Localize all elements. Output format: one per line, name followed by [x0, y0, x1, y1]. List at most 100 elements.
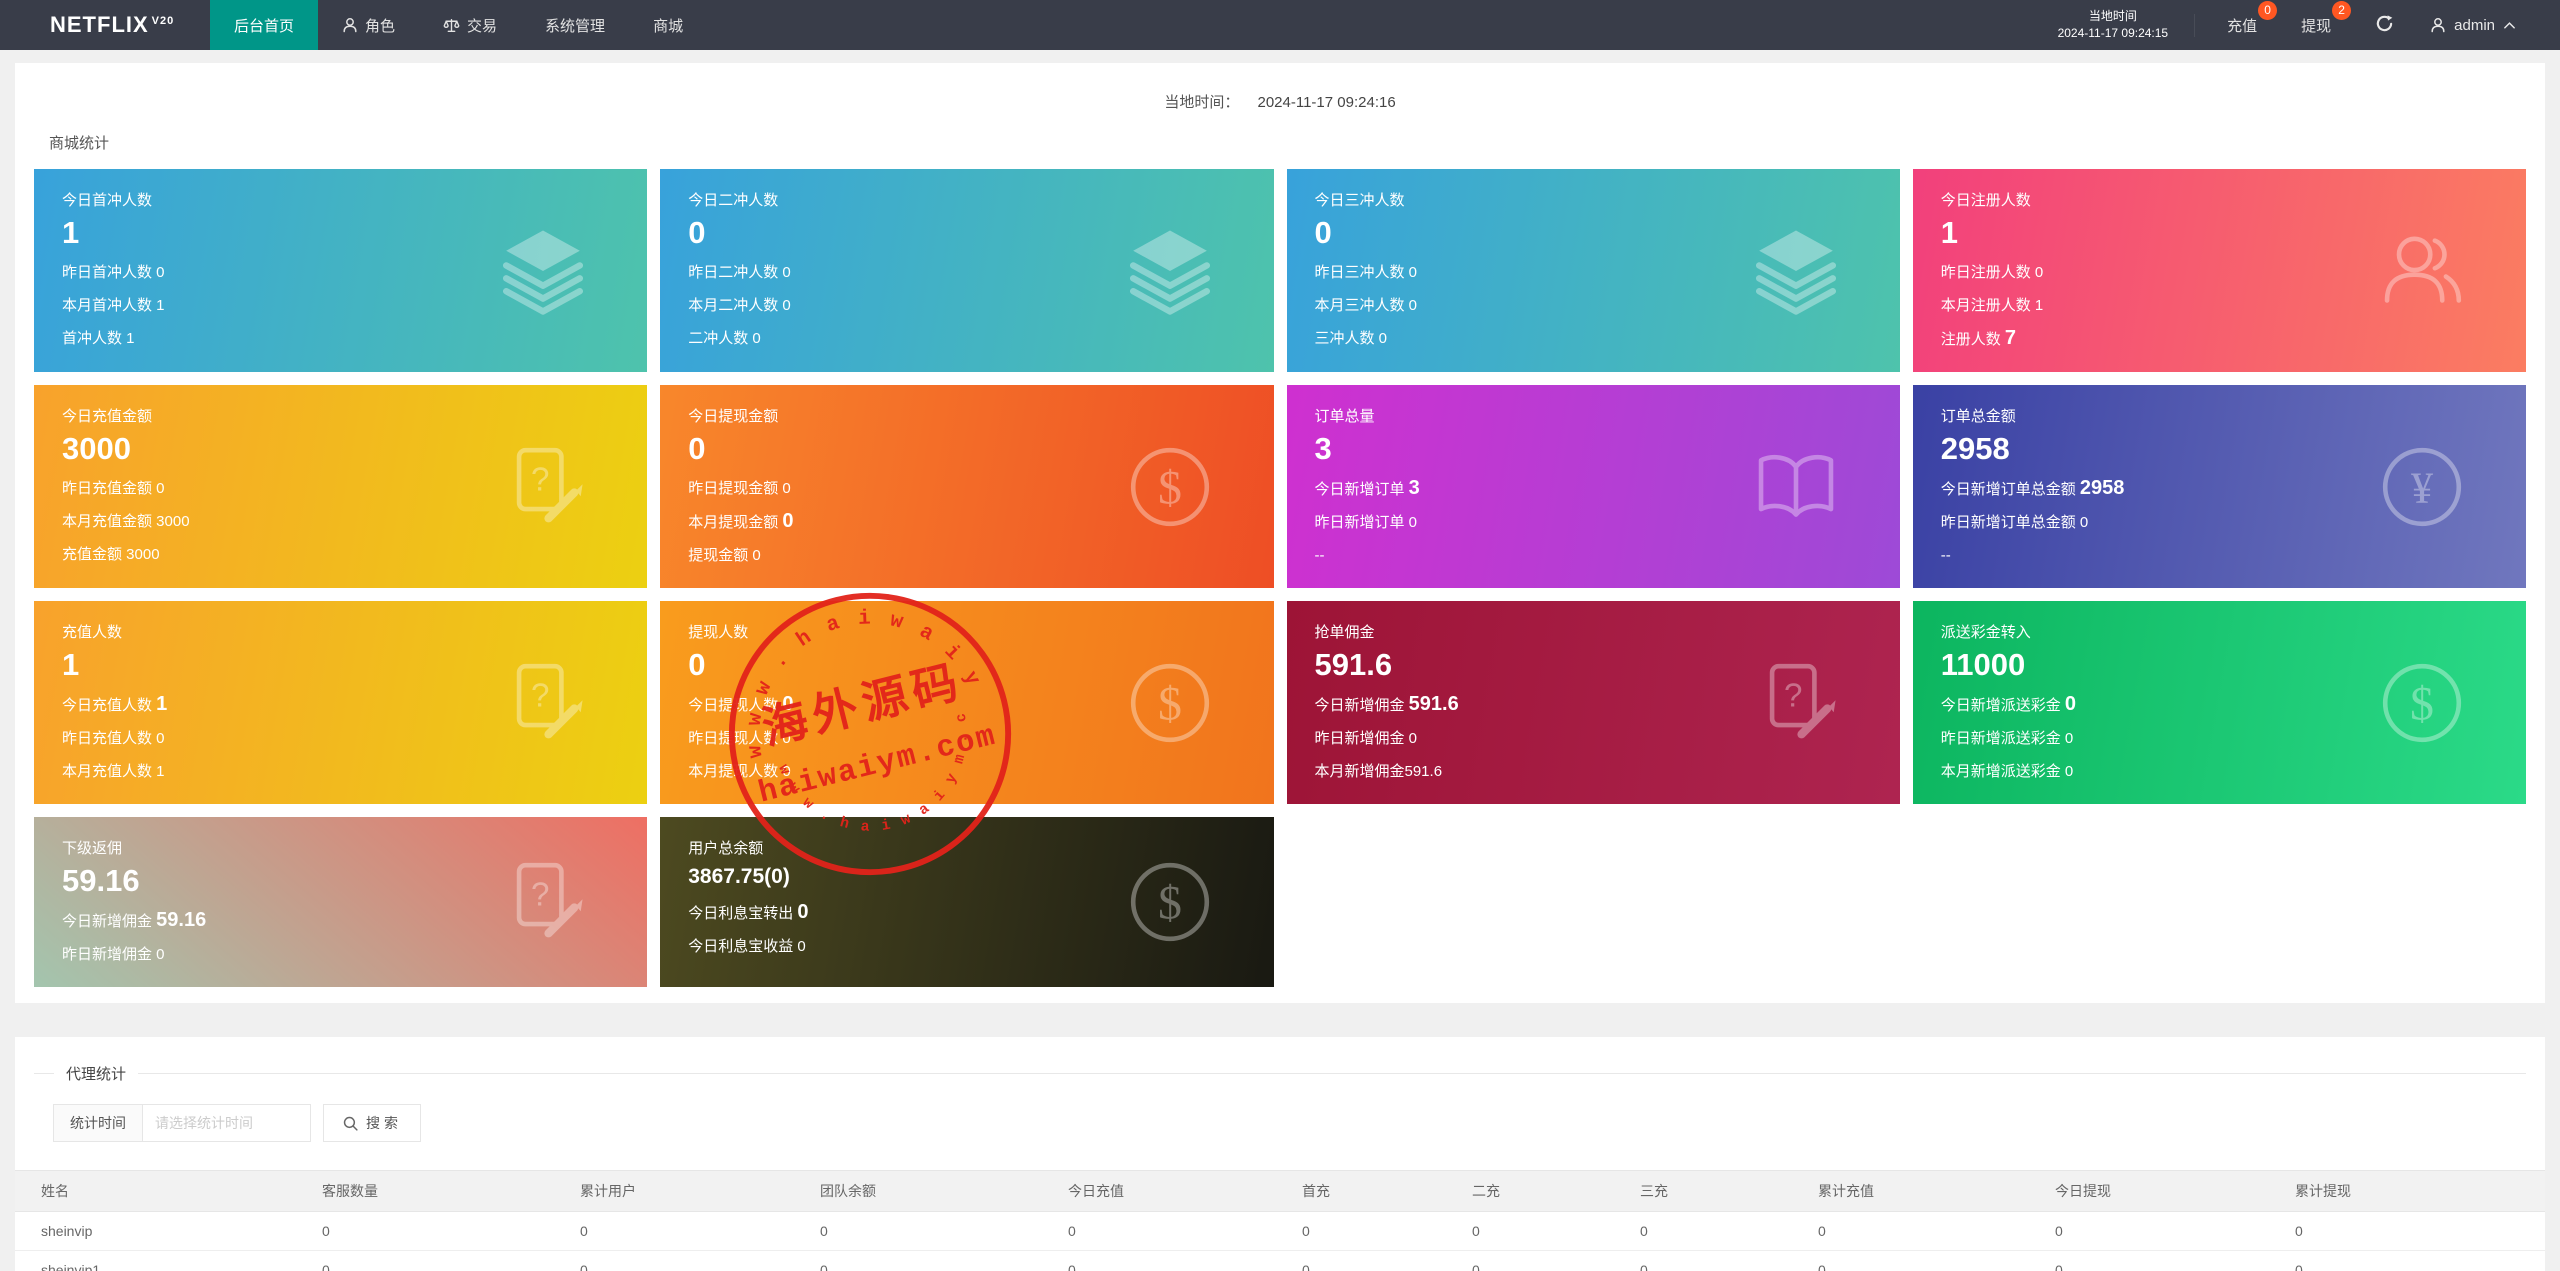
card-stat-line: 首冲人数 1	[62, 322, 619, 355]
card-first-recharge-today: 今日首冲人数 1 昨日首冲人数 0本月首冲人数 1首冲人数 1	[34, 169, 647, 372]
search-button-label: 搜索	[366, 1113, 402, 1133]
column-header: 累计提现	[2269, 1171, 2545, 1212]
table-cell: 0	[2029, 1251, 2269, 1271]
column-header: 累计用户	[554, 1171, 794, 1212]
navbar-actions: 充值 0 提现 2 admin	[2194, 14, 2530, 37]
card-title: 订单总金额	[1941, 405, 2498, 426]
menu-item-trade[interactable]: 交易	[419, 0, 521, 50]
card-user-total-balance: 用户总余额 3867.75(0) 今日利息宝转出 0今日利息宝收益 0	[660, 817, 1273, 987]
card-third-recharge-today: 今日三冲人数 0 昨日三冲人数 0本月三冲人数 0三冲人数 0	[1287, 169, 1900, 372]
user-icon	[342, 17, 358, 33]
card-stat-line: 提现金额 0	[688, 539, 1245, 572]
refresh-button[interactable]	[2353, 14, 2416, 37]
agent-fieldset: 代理统计	[34, 1073, 2526, 1074]
layers-icon	[1750, 225, 1842, 317]
mall-stats-panel: 当地时间： 2024-11-17 09:24:16 商城统计 今日首冲人数 1 …	[15, 63, 2545, 1003]
withdraw-badge: 2	[2332, 1, 2351, 20]
main-menu: 后台首页 角色 交易	[210, 0, 707, 50]
menu-item-roles[interactable]: 角色	[318, 0, 419, 50]
recharge-button[interactable]: 充值 0	[2205, 15, 2279, 36]
table-cell: 0	[554, 1212, 794, 1251]
yen-circle-icon	[2376, 441, 2468, 533]
table-cell: sheinvip	[15, 1212, 296, 1251]
user-menu[interactable]: admin	[2416, 17, 2530, 34]
table-cell: 0	[1792, 1251, 2029, 1271]
table-cell: 0	[794, 1212, 1042, 1251]
navbar-right: 当地时间 2024-11-17 09:24:15 充值 0 提现 2	[2032, 0, 2560, 50]
card-title: 今日注册人数	[1941, 189, 2498, 210]
username: admin	[2454, 17, 2495, 34]
table-cell: 0	[1042, 1212, 1276, 1251]
app-logo: NETFLIXV20	[0, 0, 210, 50]
layers-icon	[497, 225, 589, 317]
refresh-icon	[2375, 14, 2394, 33]
card-order-commission: 抢单佣金 591.6 今日新增佣金 591.6昨日新增佣金 0本月新增佣金591…	[1287, 601, 1900, 804]
card-title: 充值人数	[62, 621, 619, 642]
table-cell: 0	[2029, 1212, 2269, 1251]
menu-item-label: 后台首页	[234, 15, 294, 36]
table-cell: 0	[1276, 1212, 1446, 1251]
local-time-label: 当地时间	[2058, 8, 2169, 25]
card-title: 抢单佣金	[1315, 621, 1872, 642]
menu-item-label: 商城	[653, 15, 683, 36]
column-header: 今日提现	[2029, 1171, 2269, 1212]
card-title: 今日三冲人数	[1315, 189, 1872, 210]
chevron-up-icon	[2503, 20, 2516, 30]
logo-version: V20	[152, 15, 175, 27]
table-cell: 0	[1446, 1251, 1614, 1271]
card-stat-line: --	[1941, 539, 2498, 572]
withdraw-button[interactable]: 提现 2	[2279, 15, 2353, 36]
card-withdraw-users: 提现人数 0 今日提现人数 0昨日提现人数 0本月提现人数 0	[660, 601, 1273, 804]
menu-item-home[interactable]: 后台首页	[210, 0, 318, 50]
dollar-circle-icon	[1124, 657, 1216, 749]
table-cell: 0	[1042, 1251, 1276, 1271]
column-header: 团队余额	[794, 1171, 1042, 1212]
card-title: 订单总量	[1315, 405, 1872, 426]
card-order-total: 订单总量 3 今日新增订单 3昨日新增订单 0--	[1287, 385, 1900, 588]
column-header: 姓名	[15, 1171, 296, 1212]
stat-time-input[interactable]	[143, 1104, 311, 1142]
table-cell: 0	[1446, 1212, 1614, 1251]
card-title: 用户总余额	[688, 837, 1245, 858]
fieldset-legend: 代理统计	[54, 1063, 138, 1084]
menu-item-label: 交易	[467, 15, 497, 36]
menu-item-system[interactable]: 系统管理	[521, 0, 629, 50]
dashboard-screen: NETFLIXV20 后台首页 角色	[0, 0, 2560, 1271]
table-row: sheinvip0000000000	[15, 1212, 2545, 1251]
search-icon	[342, 1115, 359, 1132]
table-cell: 0	[296, 1212, 554, 1251]
card-stat-line: 充值金额 3000	[62, 538, 619, 571]
card-title: 今日提现金额	[688, 405, 1245, 426]
agent-table: 姓名客服数量累计用户团队余额今日充值首充二充三充累计充值今日提现累计提现 she…	[15, 1170, 2545, 1271]
menu-item-mall[interactable]: 商城	[629, 0, 707, 50]
card-sub-rebate: 下级返佣 59.16 今日新增佣金 59.16昨日新增佣金 0	[34, 817, 647, 987]
card-stat-line: --	[1315, 539, 1872, 572]
panel-time-label: 当地时间：	[1164, 94, 1239, 111]
card-bonus-transfer: 派送彩金转入 11000 今日新增派送彩金 0昨日新增派送彩金 0本月新增派送彩…	[1913, 601, 2526, 804]
table-cell: sheinvip1	[15, 1251, 296, 1271]
panel-time-line: 当地时间： 2024-11-17 09:24:16	[15, 63, 2545, 112]
menu-item-label: 角色	[365, 15, 395, 36]
menu-item-label: 系统管理	[545, 15, 605, 36]
table-cell: 0	[296, 1251, 554, 1271]
layers-icon	[1124, 225, 1216, 317]
search-button[interactable]: 搜索	[323, 1104, 421, 1142]
local-time-value: 2024-11-17 09:24:15	[2058, 25, 2169, 42]
card-title: 提现人数	[688, 621, 1245, 642]
section-title: 商城统计	[49, 132, 2545, 153]
table-cell: 0	[794, 1251, 1042, 1271]
stat-time-label: 统计时间	[53, 1104, 143, 1142]
card-stat-line: 本月新增佣金591.6	[1315, 755, 1872, 788]
card-title: 今日充值金额	[62, 405, 619, 426]
dollar-circle-icon	[2376, 657, 2468, 749]
document-edit-icon	[497, 441, 589, 533]
card-stat-line: 本月提现人数 0	[688, 755, 1245, 788]
card-stat-line: 本月充值人数 1	[62, 755, 619, 788]
panel-time-value: 2024-11-17 09:24:16	[1258, 94, 1396, 111]
document-edit-icon	[497, 657, 589, 749]
top-navbar: NETFLIXV20 后台首页 角色	[0, 0, 2560, 50]
book-icon	[1750, 441, 1842, 533]
document-edit-icon	[1750, 657, 1842, 749]
column-header: 今日充值	[1042, 1171, 1276, 1212]
column-header: 客服数量	[296, 1171, 554, 1212]
